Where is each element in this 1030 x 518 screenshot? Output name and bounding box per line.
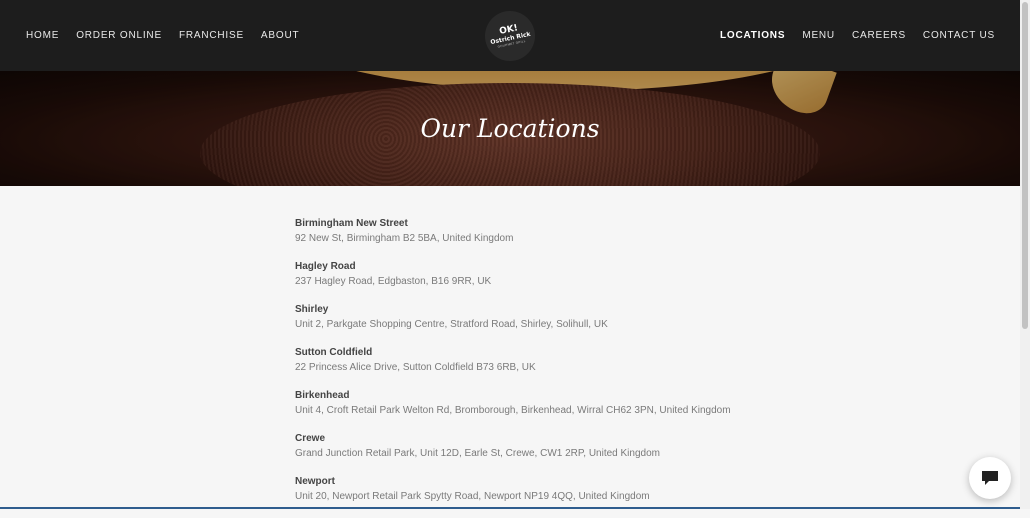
location-item: Birkenhead Unit 4, Croft Retail Park Wel… <box>295 389 935 417</box>
nav-contact-us[interactable]: CONTACT US <box>923 30 995 41</box>
location-name: Newport <box>295 476 335 487</box>
nav-menu[interactable]: MENU <box>802 30 835 41</box>
location-name: Birkenhead <box>295 390 350 401</box>
page-title: Our Locations <box>420 114 600 143</box>
hero-banner: Our Locations <box>0 71 1020 186</box>
location-address: Grand Junction Retail Park, Unit 12D, Ea… <box>295 448 660 459</box>
location-item: Hagley Road 237 Hagley Road, Edgbaston, … <box>295 260 935 288</box>
nav-careers[interactable]: CAREERS <box>852 30 906 41</box>
chat-button[interactable] <box>969 457 1011 499</box>
location-item: Crewe Grand Junction Retail Park, Unit 1… <box>295 432 935 460</box>
location-item: Sutton Coldfield 22 Princess Alice Drive… <box>295 346 935 374</box>
locations-list: Birmingham New Street 92 New St, Birming… <box>295 217 935 518</box>
primary-nav-right: LOCATIONS MENU CAREERS CONTACT US <box>703 0 995 71</box>
location-name: Crewe <box>295 433 326 444</box>
location-item: Newport Unit 20, Newport Retail Park Spy… <box>295 475 935 503</box>
location-item: Birmingham New Street 92 New St, Birming… <box>295 217 935 245</box>
location-name: Hagley Road <box>295 261 356 272</box>
nav-about[interactable]: ABOUT <box>261 30 299 41</box>
location-name: Sutton Coldfield <box>295 347 373 358</box>
brand-logo[interactable]: OK! Ostrich Rick GOURMET GRILL <box>480 6 540 66</box>
location-address: Unit 20, Newport Retail Park Spytty Road… <box>295 491 650 502</box>
location-address: Unit 4, Croft Retail Park Welton Rd, Bro… <box>295 405 731 416</box>
location-address: Unit 2, Parkgate Shopping Centre, Stratf… <box>295 319 608 330</box>
primary-nav-left: HOME ORDER ONLINE FRANCHISE ABOUT <box>26 0 316 71</box>
nav-franchise[interactable]: FRANCHISE <box>179 30 244 41</box>
location-name: Birmingham New Street <box>295 218 408 229</box>
location-address: 22 Princess Alice Drive, Sutton Coldfiel… <box>295 362 536 373</box>
nav-order-online[interactable]: ORDER ONLINE <box>76 30 162 41</box>
location-address: 237 Hagley Road, Edgbaston, B16 9RR, UK <box>295 276 492 287</box>
site-header: HOME ORDER ONLINE FRANCHISE ABOUT OK! Os… <box>0 0 1020 71</box>
location-name: Shirley <box>295 304 329 315</box>
page-scrollbar[interactable] <box>1020 0 1030 509</box>
location-address: 92 New St, Birmingham B2 5BA, United Kin… <box>295 233 514 244</box>
location-item: Shirley Unit 2, Parkgate Shopping Centre… <box>295 303 935 331</box>
scrollbar-thumb[interactable] <box>1022 2 1028 329</box>
nav-locations[interactable]: LOCATIONS <box>720 30 785 41</box>
chat-bubble-icon <box>982 471 998 485</box>
nav-home[interactable]: HOME <box>26 30 59 41</box>
